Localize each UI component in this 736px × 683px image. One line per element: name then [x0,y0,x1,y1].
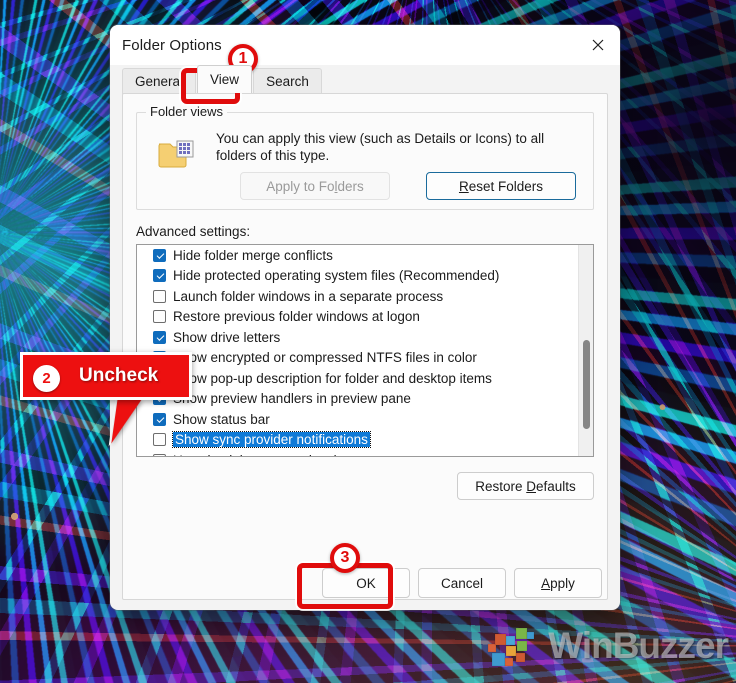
advanced-settings-label: Advanced settings: [136,224,251,239]
tab-view[interactable]: View [197,65,253,93]
advanced-settings-row-label: Hide folder merge conflicts [173,247,333,263]
folder-options-dialog: Folder Options General View Search Folde… [110,25,620,610]
checkbox-checked[interactable] [153,412,166,426]
folder-views-group: Folder views You can apply this view (su… [136,104,594,210]
apply-label: Apply [541,575,575,591]
advanced-settings-row-label: Show pop-up description for folder and d… [173,370,492,386]
advanced-settings-row-label: Show encrypted or compressed NTFS files … [173,350,477,366]
dialog-title: Folder Options [122,36,222,54]
advanced-settings-row-label: Launch folder windows in a separate proc… [173,288,444,304]
restore-defaults-button[interactable]: Restore Defaults [457,472,594,500]
checkbox-unchecked[interactable] [153,310,166,324]
checkbox-unchecked[interactable] [153,453,166,456]
advanced-settings-row-label: Use check boxes to select items [173,453,366,456]
advanced-settings-row[interactable]: Show drive letters [137,327,593,348]
advanced-settings-row[interactable]: Hide protected operating system files (R… [137,266,593,287]
advanced-list-scrollbar[interactable] [578,245,593,456]
advanced-settings-row[interactable]: Show preview handlers in preview pane [137,389,593,410]
advanced-settings-row[interactable]: Launch folder windows in a separate proc… [137,286,593,307]
advanced-settings-row[interactable]: Show status bar [137,409,593,430]
watermark-text: WinBuzzer [548,625,729,666]
checkbox-checked[interactable] [153,248,166,262]
advanced-settings-row-label: Hide protected operating system files (R… [173,268,500,284]
apply-button[interactable]: Apply [514,568,602,598]
uncheck-callout: 2 Uncheck [20,352,192,400]
advanced-settings-row-label: Restore previous folder windows at logon [173,309,420,325]
cancel-button[interactable]: Cancel [418,568,506,598]
tab-search[interactable]: Search [253,68,322,94]
checkbox-unchecked[interactable] [153,289,166,303]
restore-defaults-label: Restore Defaults [475,478,576,494]
apply-to-folders-button[interactable]: Apply to Folders [240,172,390,200]
advanced-settings-row-label: Show preview handlers in preview pane [173,391,411,407]
tab-panel-view: Folder views You can apply this view (su… [122,93,608,600]
checkbox-checked[interactable] [153,330,166,344]
advanced-settings-row-label: Show status bar [173,411,270,427]
advanced-settings-row[interactable]: Use check boxes to select items [137,450,593,456]
checkbox-unchecked[interactable] [153,433,166,447]
folder-views-description: You can apply this view (such as Details… [216,131,545,163]
folder-views-group-label: Folder views [146,104,227,119]
scrollbar-thumb[interactable] [583,339,590,429]
advanced-settings-row[interactable]: Show sync provider notifications [137,430,593,451]
advanced-settings-row[interactable]: Hide folder merge conflicts [137,245,593,266]
reset-folders-label: Reset Folders [458,178,544,194]
watermark: WinBuzzer [486,617,729,675]
step-badge-2: 2 [33,365,60,392]
advanced-settings-row[interactable]: Show pop-up description for folder and d… [137,368,593,389]
advanced-settings-row[interactable]: Show encrypted or compressed NTFS files … [137,348,593,369]
dialog-titlebar: Folder Options [110,25,620,65]
advanced-settings-rows: Hide folder merge conflicts Hide protecte… [137,245,593,456]
apply-to-folders-label: Apply to Folders [266,178,364,194]
advanced-settings-row-label: Show drive letters [173,329,281,345]
step-badge-3: 3 [330,543,360,573]
close-icon[interactable] [575,25,620,65]
folder-with-grid-icon [158,138,196,170]
reset-folders-button[interactable]: Reset Folders [426,172,576,200]
uncheck-callout-label: Uncheck [79,365,159,386]
advanced-settings-list[interactable]: Hide folder merge conflicts Hide protecte… [136,244,594,457]
advanced-settings-row[interactable]: Restore previous folder windows at logon [137,307,593,328]
winbuzzer-cubes-logo-icon [486,622,542,670]
checkbox-checked[interactable] [153,269,166,283]
advanced-settings-row-label: Show sync provider notifications [172,431,371,449]
